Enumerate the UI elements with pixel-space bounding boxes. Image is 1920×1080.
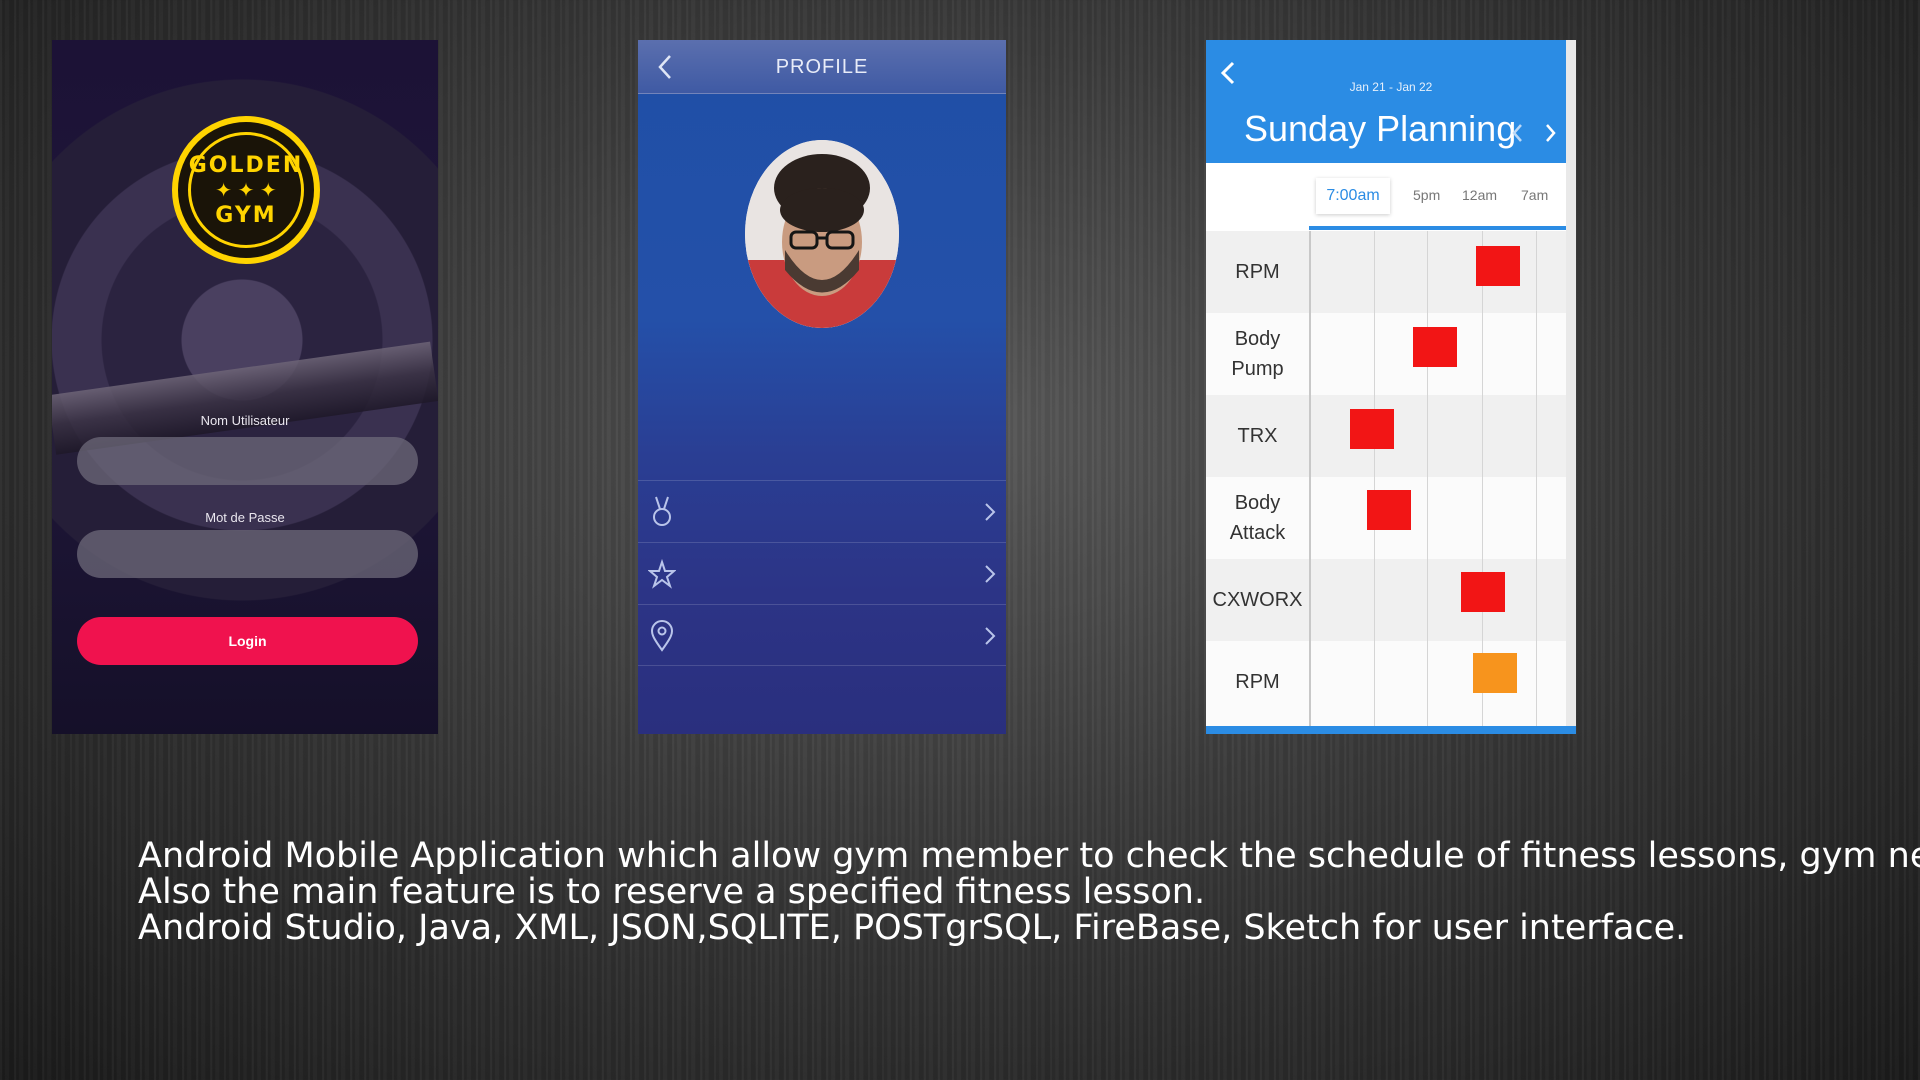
- username-label: Nom Utilisateur: [200, 413, 290, 428]
- schedule-row: Body Pump: [1206, 313, 1566, 395]
- golden-gym-logo: GOLDEN ✦ ✦ ✦ GYM: [172, 116, 320, 264]
- login-screen: GOLDEN ✦ ✦ ✦ GYM Nom Utilisateur Mot de …: [52, 40, 438, 734]
- class-event-trx[interactable]: [1350, 409, 1394, 449]
- profile-header: PROFILE: [638, 40, 1006, 94]
- schedule-grid: RPM Body Pump TRX Body Attack CXWORX RPM: [1206, 231, 1576, 726]
- logo-figures-icon: ✦ ✦ ✦: [215, 179, 277, 202]
- time-label[interactable]: 7am: [1521, 187, 1548, 203]
- class-event-cxworx[interactable]: [1461, 572, 1505, 612]
- class-event-body-pump[interactable]: [1413, 327, 1457, 367]
- star-icon: [648, 558, 676, 589]
- planning-footer-bar: [1206, 726, 1576, 734]
- password-field[interactable]: [77, 530, 418, 578]
- time-label[interactable]: 5pm: [1413, 187, 1440, 203]
- date-range: Jan 21 - Jan 22: [1349, 80, 1433, 94]
- password-label: Mot de Passe: [205, 510, 285, 525]
- description-line: Android Mobile Application which allow g…: [138, 836, 1920, 876]
- profile-screen: PROFILE: [638, 40, 1006, 734]
- class-label: RPM: [1235, 261, 1280, 283]
- class-label: CXWORX: [1212, 589, 1303, 611]
- grid-line: [1536, 231, 1537, 726]
- profile-photo: [745, 140, 899, 328]
- username-field[interactable]: [77, 437, 418, 485]
- project-description: Android Mobile Application which allow g…: [138, 836, 1920, 948]
- time-selected[interactable]: 7:00am: [1316, 178, 1390, 214]
- logo-text-top: GOLDEN: [188, 152, 304, 178]
- profile-row-achievements[interactable]: [638, 480, 1006, 542]
- location-pin-icon: [650, 620, 674, 652]
- login-button[interactable]: Login: [77, 617, 418, 665]
- chevron-right-icon: [985, 565, 996, 583]
- grid-line: [1374, 231, 1375, 726]
- class-event-rpm-2[interactable]: [1473, 653, 1517, 693]
- next-day-icon[interactable]: [1544, 122, 1558, 144]
- class-label: RPM: [1235, 671, 1280, 693]
- grid-line: [1482, 231, 1483, 726]
- logo-text-bottom: GYM: [215, 202, 277, 228]
- class-event-rpm[interactable]: [1476, 246, 1520, 286]
- page-title: PROFILE: [775, 56, 869, 78]
- description-line: Android Studio, Java, XML, JSON,SQLITE, …: [138, 908, 1687, 948]
- chevron-right-icon: [985, 627, 996, 645]
- profile-row-favorites[interactable]: [638, 542, 1006, 604]
- profile-row-location[interactable]: [638, 604, 1006, 666]
- class-event-body-attack[interactable]: [1367, 490, 1411, 530]
- time-scroll-indicator: [1309, 226, 1566, 230]
- avatar: [745, 140, 899, 328]
- class-label: Body Attack: [1229, 492, 1286, 544]
- class-label: TRX: [1237, 425, 1278, 447]
- grid-divider: [1309, 231, 1311, 726]
- planning-screen: Jan 21 - Jan 22 Sunday Planning 7:00am 5…: [1206, 40, 1576, 734]
- planning-header: Jan 21 - Jan 22 Sunday Planning: [1206, 40, 1576, 163]
- schedule-row: CXWORX: [1206, 559, 1566, 641]
- medal-icon: [653, 496, 671, 526]
- previous-day-icon[interactable]: [1510, 122, 1524, 144]
- description-line: Also the main feature is to reserve a sp…: [138, 872, 1206, 912]
- page-title: Sunday Planning: [1244, 108, 1517, 149]
- class-label: Body Pump: [1231, 328, 1284, 380]
- scrollbar-track: [1566, 40, 1576, 734]
- time-label[interactable]: 12am: [1462, 187, 1497, 203]
- grid-line: [1427, 231, 1428, 726]
- chevron-right-icon: [985, 503, 996, 521]
